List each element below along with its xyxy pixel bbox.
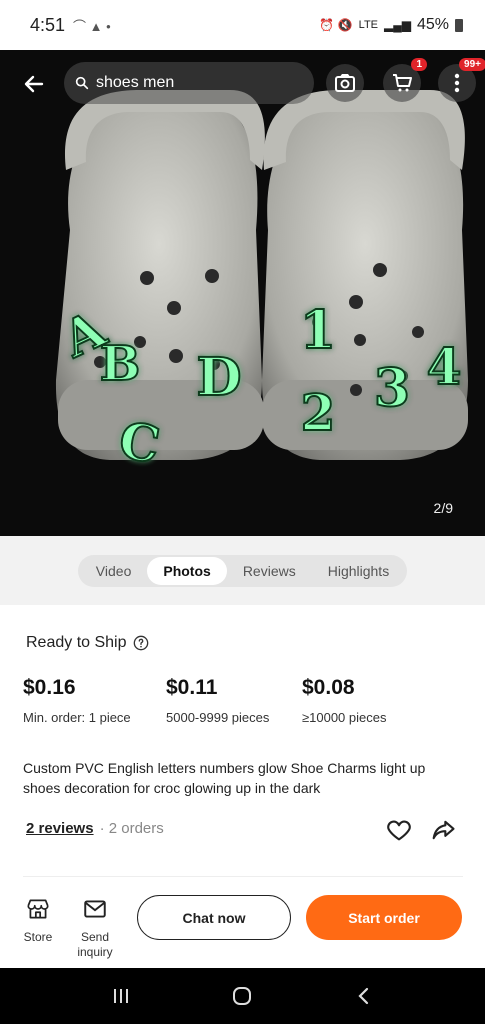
media-tabs: Video Photos Reviews Highlights (77, 554, 408, 587)
bottom-action-bar: Store Send inquiry Chat now Start order (0, 884, 485, 968)
back-button[interactable] (18, 68, 50, 100)
camera-icon (335, 74, 355, 92)
product-photo: A B C D 1 2 3 4 (0, 50, 485, 536)
product-title: Custom PVC English letters numbers glow … (23, 760, 426, 796)
home-icon[interactable] (230, 984, 254, 1008)
share-icon[interactable] (429, 816, 457, 844)
store-icon (27, 899, 49, 919)
chat-now-button[interactable]: Chat now (137, 895, 291, 940)
price-tier: $0.11 5000-9999 pieces (166, 676, 269, 725)
product-image[interactable]: A B C D 1 2 3 4 shoes men 1 99+ 2/9 (0, 50, 485, 536)
media-tabs-area: Video Photos Reviews Highlights (0, 536, 485, 605)
tab-photos[interactable]: Photos (147, 556, 227, 585)
image-counter: 2/9 (433, 500, 453, 516)
search-input[interactable]: shoes men (64, 62, 314, 104)
alarm-icon: ⏰ 🔇 (319, 18, 353, 32)
top-bar: shoes men 1 99+ (0, 58, 485, 106)
start-order-button[interactable]: Start order (306, 895, 462, 940)
charm-number-1: 1 (300, 300, 336, 361)
status-bar: 4:51 ⌒ ▲ • ⏰ 🔇 LTE ▂▄▆ 45% (0, 0, 485, 50)
nav-back-icon[interactable] (352, 984, 376, 1008)
search-icon (75, 76, 89, 90)
price-tier: $0.16 Min. order: 1 piece (23, 676, 131, 725)
recent-apps-icon[interactable] (109, 984, 133, 1008)
charm-number-3: 3 (374, 358, 410, 419)
price-tier: $0.08 ≥10000 pieces (302, 676, 386, 725)
tab-highlights[interactable]: Highlights (312, 557, 405, 585)
price-value: $0.16 (23, 676, 76, 699)
charm-letter-b: B (100, 336, 141, 392)
search-query: shoes men (96, 74, 175, 91)
battery-icon (455, 18, 463, 32)
tab-reviews[interactable]: Reviews (227, 557, 312, 585)
more-badge: 99+ (459, 58, 485, 71)
heart-icon[interactable] (385, 816, 413, 844)
store-label: Store (23, 930, 53, 944)
orders-count: · 2 orders (99, 820, 164, 837)
send-inquiry-button[interactable]: Send inquiry (72, 896, 118, 960)
network-label: LTE (358, 19, 378, 31)
signal-icon: ⌒ ▲ • (73, 18, 111, 34)
signal-bars-icon: ▂▄▆ (384, 18, 411, 32)
arrow-left-icon (24, 75, 44, 93)
tab-video[interactable]: Video (80, 557, 148, 585)
cart-icon (393, 74, 412, 92)
send-inquiry-label: Send inquiry (77, 930, 113, 959)
price-quantity: ≥10000 pieces (302, 710, 387, 725)
mail-icon (84, 900, 106, 918)
charm-letter-d: D (196, 347, 241, 408)
ready-to-ship: Ready to Ship (26, 634, 149, 652)
price-value: $0.11 (166, 676, 218, 699)
ready-to-ship-label: Ready to Ship (26, 634, 127, 651)
battery-level: 45% (416, 16, 449, 33)
cart-button[interactable]: 1 (383, 58, 427, 102)
help-icon[interactable] (133, 635, 149, 651)
charm-number-2: 2 (301, 383, 336, 442)
charm-number-4: 4 (427, 337, 462, 396)
image-search-button[interactable] (326, 64, 364, 102)
price-quantity: Min. order: 1 piece (23, 710, 131, 725)
more-button[interactable]: 99+ (438, 58, 485, 102)
system-nav-bar (0, 968, 485, 1024)
more-vertical-icon (454, 73, 460, 93)
price-quantity: 5000-9999 pieces (166, 710, 270, 725)
status-time: 4:51 (30, 14, 66, 35)
cart-badge: 1 (411, 58, 427, 71)
store-button[interactable]: Store (20, 896, 56, 945)
price-value: $0.08 (302, 676, 355, 699)
reviews-link[interactable]: 2 reviews (26, 820, 94, 837)
divider (23, 876, 463, 877)
product-actions (385, 816, 457, 844)
